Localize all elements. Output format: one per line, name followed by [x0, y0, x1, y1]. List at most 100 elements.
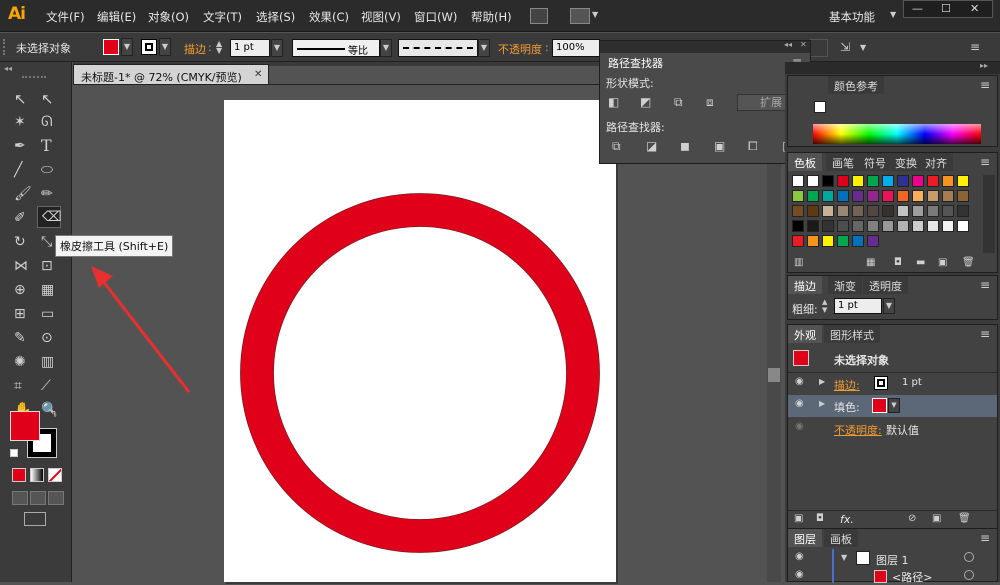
tab-swatches[interactable]: 色板	[788, 153, 822, 171]
color-swatch[interactable]	[807, 175, 819, 187]
opacity-label[interactable]: 不透明度	[498, 41, 542, 57]
color-swatch[interactable]	[822, 235, 834, 247]
color-swatch[interactable]	[852, 190, 864, 202]
menu-effect[interactable]: 效果(C)	[309, 9, 349, 25]
chevron-down-icon[interactable]: ▼	[890, 10, 896, 19]
maximize-button[interactable]: ☐	[941, 2, 951, 15]
weight-dropdown[interactable]: ▼	[883, 298, 895, 314]
appearance-fill-label[interactable]: 填色:	[834, 399, 860, 415]
new-color-group-icon[interactable]: ▬	[916, 257, 925, 268]
draw-inside-icon[interactable]	[48, 491, 64, 505]
color-swatch[interactable]	[837, 220, 849, 232]
tab-graphic-styles[interactable]: 图形样式	[824, 325, 880, 343]
color-swatch[interactable]	[837, 190, 849, 202]
appearance-opacity-label[interactable]: 不透明度:	[834, 422, 882, 438]
minus-front-icon[interactable]: ◩	[640, 95, 651, 109]
expand-dock-icon[interactable]: ▸▸	[980, 61, 988, 70]
color-swatch[interactable]	[867, 175, 879, 187]
clear-appearance-icon[interactable]: ◘	[816, 513, 824, 524]
chevron-down-icon[interactable]: ▼	[860, 43, 866, 52]
arrange-documents-icon[interactable]	[570, 8, 590, 24]
panel-menu-icon[interactable]: ≡	[980, 531, 990, 545]
stroke-weight-input[interactable]: 1 pt	[230, 39, 270, 57]
brush-definition[interactable]	[398, 39, 478, 57]
panel-menu-icon[interactable]: ≡	[980, 78, 990, 92]
tab-stroke[interactable]: 描边	[788, 276, 822, 294]
rotate-tool-icon[interactable]: ↻	[14, 234, 26, 250]
color-swatch[interactable]	[837, 205, 849, 217]
type-tool-icon[interactable]: T	[41, 136, 52, 155]
free-transform-tool-icon[interactable]: ⊡	[41, 258, 53, 274]
expand-triangle-icon[interactable]: ▶	[819, 377, 825, 386]
direct-selection-tool-icon[interactable]: ↖	[41, 90, 54, 108]
delete-swatch-icon[interactable]: 🗑	[962, 257, 975, 268]
color-swatch[interactable]	[912, 175, 924, 187]
color-swatch[interactable]	[912, 220, 924, 232]
slice-tool-icon[interactable]: ⟋	[41, 378, 51, 394]
color-swatch[interactable]	[807, 190, 819, 202]
exclude-icon[interactable]: ⧈	[706, 95, 714, 110]
color-swatch[interactable]	[867, 220, 879, 232]
chevron-down-icon[interactable]: ▼	[592, 10, 598, 19]
magic-wand-tool-icon[interactable]: ✶	[14, 114, 26, 130]
document-tab[interactable]: 未标题-1* @ 72% (CMYK/预览) ✕	[73, 64, 269, 84]
color-swatch[interactable]	[882, 175, 894, 187]
color-swatch[interactable]	[942, 175, 954, 187]
symbol-sprayer-tool-icon[interactable]: ✺	[14, 354, 26, 370]
visibility-eye-icon[interactable]: ◉	[795, 398, 804, 409]
color-swatch[interactable]	[792, 175, 804, 187]
tab-brushes[interactable]: 画笔	[826, 153, 860, 171]
visibility-eye-icon[interactable]: ◉	[795, 551, 804, 562]
collapse-icon[interactable]: ◂◂	[784, 40, 792, 49]
visibility-eye-icon[interactable]: ◉	[795, 421, 804, 432]
color-swatch[interactable]	[822, 175, 834, 187]
fill-dropdown[interactable]: ▼	[121, 38, 133, 56]
color-swatch[interactable]	[897, 190, 909, 202]
stroke-swatch[interactable]	[141, 39, 157, 55]
none-mode-icon[interactable]	[48, 468, 62, 482]
tab-align[interactable]: 对齐	[919, 153, 953, 171]
trim-icon[interactable]: ◪	[646, 139, 657, 153]
color-swatch[interactable]	[792, 235, 804, 247]
color-swatch[interactable]	[897, 175, 909, 187]
unite-icon[interactable]: ◧	[608, 95, 619, 109]
expand-triangle-icon[interactable]: ▶	[819, 399, 825, 408]
scrollbar-thumb[interactable]	[768, 368, 780, 382]
swatches-scrollbar[interactable]	[983, 175, 995, 253]
variable-width-profile[interactable]: 等比	[292, 39, 380, 57]
color-swatch[interactable]	[837, 175, 849, 187]
blob-brush-tool-icon[interactable]: ✐	[14, 210, 26, 226]
tab-symbols[interactable]: 符号	[858, 153, 892, 171]
visibility-eye-icon[interactable]: ◉	[795, 376, 804, 387]
delete-item-icon[interactable]: 🗑	[958, 513, 971, 524]
color-swatch[interactable]	[852, 235, 864, 247]
target-icon[interactable]	[964, 570, 974, 580]
draw-normal-icon[interactable]	[12, 491, 28, 505]
workspace-switcher[interactable]: 基本功能	[829, 9, 875, 25]
panel-menu-icon[interactable]: ≡	[980, 278, 990, 292]
color-swatch[interactable]	[837, 235, 849, 247]
appearance-fill-row[interactable]: ◉ ▶ 填色: ▼	[788, 395, 997, 417]
color-swatch[interactable]	[822, 205, 834, 217]
divide-icon[interactable]: ⧉	[612, 139, 621, 154]
color-swatch[interactable]	[867, 205, 879, 217]
layer-row[interactable]: ◉ ▼ 图层 1	[788, 549, 997, 569]
color-swatch[interactable]	[822, 220, 834, 232]
profile-dropdown[interactable]: ▼	[380, 39, 392, 57]
color-swatch[interactable]	[957, 190, 969, 202]
color-swatch[interactable]	[867, 190, 879, 202]
appearance-stroke-weight[interactable]: 1 pt	[902, 377, 922, 388]
column-graph-tool-icon[interactable]: ▥	[41, 354, 54, 370]
tab-gradient[interactable]: 渐变	[828, 276, 862, 294]
color-swatch[interactable]	[957, 205, 969, 217]
paintbrush-tool-icon[interactable]: 🖌	[14, 186, 32, 202]
menu-select[interactable]: 选择(S)	[256, 9, 295, 25]
white-swatch[interactable]	[814, 101, 826, 113]
close-panel-icon[interactable]: ✕	[800, 40, 807, 49]
tab-layers[interactable]: 图层	[788, 529, 822, 547]
recolor-icon[interactable]	[810, 39, 828, 57]
scale-tool-icon[interactable]: ⤡	[41, 234, 52, 250]
color-swatch[interactable]	[792, 190, 804, 202]
color-swatch[interactable]	[822, 190, 834, 202]
color-swatch[interactable]	[942, 220, 954, 232]
